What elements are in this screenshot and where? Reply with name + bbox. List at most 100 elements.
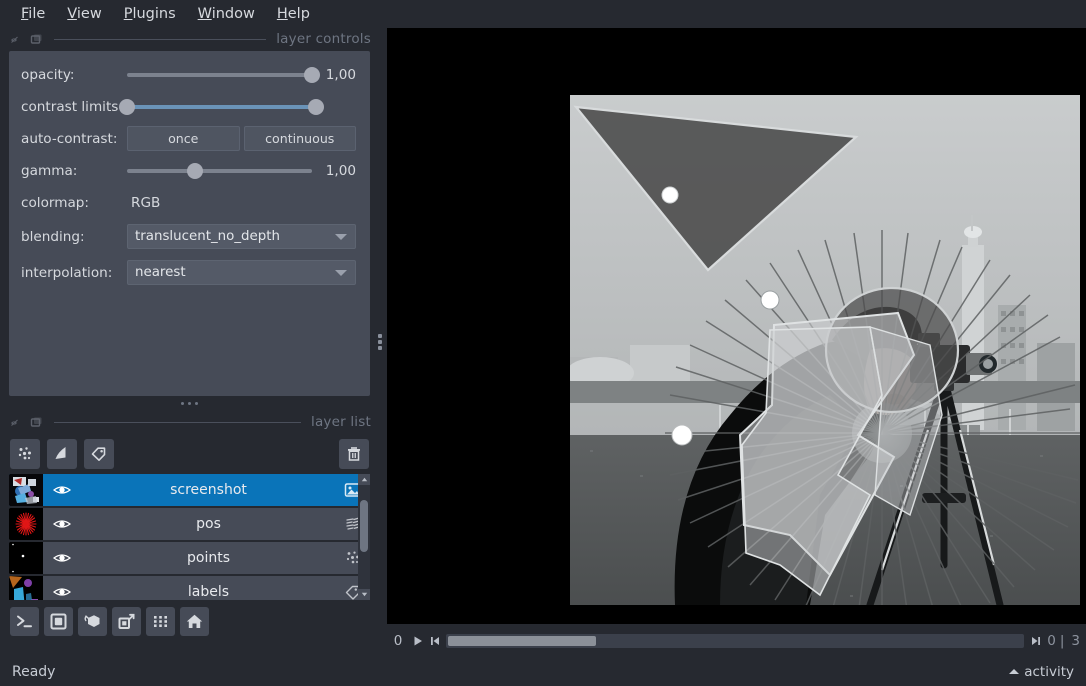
- menu-file[interactable]: File: [10, 4, 56, 24]
- auto-contrast-once-button[interactable]: once: [127, 126, 240, 151]
- menu-help-label: elp: [287, 5, 310, 22]
- menu-view-label: iew: [76, 5, 102, 22]
- main-splitter-handle[interactable]: [373, 27, 387, 657]
- chevron-down-icon: [335, 234, 347, 240]
- left-dock-column: layer controls opacity: 1,00 contrast li…: [0, 27, 379, 657]
- opacity-slider[interactable]: [127, 65, 320, 85]
- colormap-label: colormap:: [21, 194, 90, 211]
- layer-row-pos[interactable]: pos: [9, 508, 370, 540]
- dims-slider[interactable]: [446, 634, 1025, 648]
- new-labels-button[interactable]: [84, 439, 114, 469]
- menu-file-label: ile: [28, 5, 46, 22]
- auto-contrast-label: auto-contrast:: [21, 130, 118, 147]
- dims-slider-thumb[interactable]: [448, 636, 596, 646]
- contrast-limits-slider[interactable]: [119, 97, 324, 117]
- skip-next-icon: [1031, 637, 1040, 645]
- interpolation-select[interactable]: nearest: [127, 260, 356, 285]
- transpose-dims-button[interactable]: [112, 606, 141, 636]
- viewer-buttons-toolbar: [0, 600, 379, 642]
- gamma-value: 1,00: [325, 162, 356, 179]
- auto-contrast-row: auto-contrast: once continuous: [19, 126, 360, 151]
- scrollbar-thumb[interactable]: [360, 500, 368, 552]
- layer-row-labels[interactable]: labels: [9, 576, 370, 600]
- contrast-limits-row: contrast limits:: [19, 95, 360, 118]
- labels-icon: [91, 447, 106, 461]
- eye-icon: [53, 520, 71, 528]
- blending-label: blending:: [21, 228, 85, 245]
- points-icon: [18, 447, 31, 460]
- eye-icon: [53, 588, 71, 596]
- float-icon[interactable]: [10, 33, 23, 46]
- napari-window: File View Plugins Window Help layer cont…: [0, 0, 1086, 686]
- menu-window[interactable]: Window: [187, 4, 266, 24]
- delete-layer-button[interactable]: [339, 439, 369, 469]
- new-points-button[interactable]: [10, 439, 40, 469]
- console-icon: [17, 615, 32, 627]
- auto-contrast-continuous-button[interactable]: continuous: [243, 126, 356, 151]
- chevron-up-icon: [1009, 669, 1020, 674]
- blending-row: blending: translucent_no_depth: [19, 223, 360, 250]
- grid-view-button[interactable]: [146, 606, 175, 636]
- contrast-limits-label: contrast limits:: [21, 98, 123, 115]
- colormap-value: RGB: [131, 194, 161, 211]
- layer-row-points[interactable]: points: [9, 542, 370, 574]
- float-icon[interactable]: [10, 416, 23, 429]
- eye-icon: [53, 486, 71, 494]
- dims-max-label: 3: [1071, 633, 1080, 649]
- activity-label: activity: [1024, 663, 1074, 680]
- status-bar: Ready activity: [0, 657, 1086, 686]
- layer-row-screenshot[interactable]: screenshot: [9, 474, 370, 506]
- dock-divider: [54, 38, 267, 40]
- layer-controls-dock-header: layer controls: [0, 27, 379, 51]
- layer-visibility-toggle[interactable]: [43, 483, 81, 497]
- layer-name: pos: [196, 516, 221, 532]
- grid-icon: [154, 615, 167, 627]
- roll-dims-button[interactable]: [78, 606, 107, 636]
- scroll-down-button[interactable]: [358, 589, 370, 600]
- dock-splitter-handle[interactable]: [0, 396, 379, 410]
- first-frame-button[interactable]: [426, 633, 443, 650]
- menu-view[interactable]: View: [56, 4, 112, 24]
- dock-icon[interactable]: [30, 33, 43, 46]
- gamma-row: gamma: 1,00: [19, 159, 360, 182]
- last-frame-button[interactable]: [1027, 633, 1044, 650]
- transpose-icon: [118, 613, 135, 629]
- activity-button[interactable]: activity: [1009, 664, 1074, 680]
- ndisplay-button[interactable]: [44, 606, 73, 636]
- dims-separator: |: [1059, 633, 1065, 649]
- layer-list-scrollbar[interactable]: [358, 474, 370, 600]
- layer-name: screenshot: [170, 482, 247, 498]
- layer-visibility-toggle[interactable]: [43, 517, 81, 531]
- reset-view-button[interactable]: [180, 606, 209, 636]
- eye-icon: [53, 554, 71, 562]
- menu-help[interactable]: Help: [266, 4, 321, 24]
- home-icon: [186, 614, 203, 628]
- dims-min-label: 0: [1047, 633, 1056, 649]
- colormap-row: colormap: RGB: [19, 191, 360, 214]
- new-shapes-button[interactable]: [47, 439, 77, 469]
- layer-thumbnail: [9, 508, 43, 540]
- console-button[interactable]: [10, 606, 39, 636]
- canvas-image: [570, 95, 1080, 605]
- layer-thumbnail: [9, 576, 43, 600]
- viewer-canvas[interactable]: [387, 28, 1086, 624]
- skip-previous-icon: [430, 637, 439, 645]
- menu-window-label: indow: [211, 5, 255, 22]
- gamma-slider[interactable]: [127, 161, 312, 181]
- layer-controls-title: layer controls: [276, 31, 371, 47]
- blending-select[interactable]: translucent_no_depth: [127, 224, 356, 249]
- scroll-up-button[interactable]: [358, 474, 370, 485]
- layer-visibility-toggle[interactable]: [43, 585, 81, 599]
- layer-visibility-toggle[interactable]: [43, 551, 81, 565]
- gamma-label: gamma:: [21, 162, 78, 179]
- square-2d-icon: [50, 613, 67, 629]
- layer-list[interactable]: screenshot pos points labels: [9, 474, 370, 600]
- play-button[interactable]: [409, 633, 426, 650]
- blending-value: translucent_no_depth: [135, 229, 281, 244]
- layer-name: labels: [187, 584, 230, 600]
- dock-icon[interactable]: [30, 416, 43, 429]
- menu-plugins[interactable]: Plugins: [113, 4, 187, 24]
- menu-bar: File View Plugins Window Help: [0, 0, 1086, 27]
- dims-current-index: 0: [393, 633, 403, 649]
- layer-list-title: layer list: [311, 414, 371, 430]
